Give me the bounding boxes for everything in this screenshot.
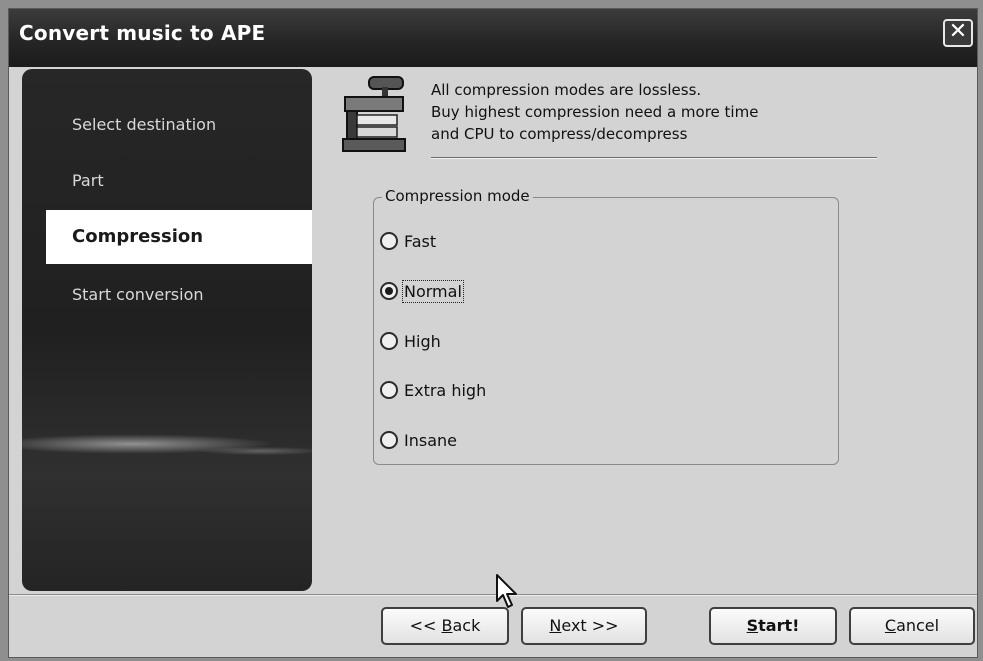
sidebar-item-compression[interactable]: Compression xyxy=(46,210,312,264)
radio-button-selected[interactable] xyxy=(380,282,398,300)
sidebar-item-label: Start conversion xyxy=(72,285,204,304)
radio-button[interactable] xyxy=(380,232,398,250)
info-line-1: All compression modes are lossless. xyxy=(431,81,702,99)
radio-label: Fast xyxy=(404,231,437,251)
info-line-3: and CPU to compress/decompress xyxy=(431,125,688,143)
title-bar[interactable]: Convert music to APE ✕ xyxy=(9,9,977,67)
radio-option-insane[interactable]: Insane xyxy=(380,427,457,453)
radio-button[interactable] xyxy=(380,332,398,350)
sidebar-item-start-conversion[interactable]: Start conversion xyxy=(46,268,312,322)
radio-option-normal[interactable]: Normal xyxy=(380,278,464,304)
radio-option-high[interactable]: High xyxy=(380,328,441,354)
radio-label: Normal xyxy=(402,279,464,303)
header-divider xyxy=(431,157,877,159)
next-button[interactable]: Next >> xyxy=(521,607,647,645)
group-label: Compression mode xyxy=(382,187,533,205)
sidebar-item-select-destination[interactable]: Select destination xyxy=(46,98,312,152)
start-button[interactable]: Start! xyxy=(709,607,837,645)
compression-press-icon xyxy=(342,76,406,152)
window-title: Convert music to APE xyxy=(19,21,266,45)
sidebar-item-label: Select destination xyxy=(72,115,217,134)
radio-option-extra-high[interactable]: Extra high xyxy=(380,377,486,403)
sidebar-item-part[interactable]: Part xyxy=(46,154,312,208)
back-button[interactable]: << Back xyxy=(381,607,509,645)
mouse-pointer-icon xyxy=(496,574,517,608)
footer-divider xyxy=(9,594,977,596)
sidebar-item-label: Part xyxy=(72,171,104,190)
convert-dialog: Convert music to APE ✕ Select destinatio… xyxy=(8,8,978,658)
radio-option-fast[interactable]: Fast xyxy=(380,228,436,254)
content-panel: All compression modes are lossless. Buy … xyxy=(319,69,975,591)
radio-label: Extra high xyxy=(404,380,487,400)
wizard-steps-sidebar: Select destination Part Compression Star… xyxy=(22,69,312,591)
radio-label: Insane xyxy=(404,430,457,450)
sidebar-item-label: Compression xyxy=(72,226,204,247)
radio-button[interactable] xyxy=(380,381,398,399)
info-line-2: Buy highest compression need a more time xyxy=(431,103,759,121)
cancel-button[interactable]: Cancel xyxy=(849,607,975,645)
radio-button[interactable] xyxy=(380,431,398,449)
compression-mode-group: Compression mode Fast Normal High Extra … xyxy=(373,187,839,465)
radio-label: High xyxy=(404,331,441,351)
close-button[interactable]: ✕ xyxy=(943,19,973,47)
compression-info: All compression modes are lossless. Buy … xyxy=(431,79,871,145)
close-icon: ✕ xyxy=(948,19,968,44)
